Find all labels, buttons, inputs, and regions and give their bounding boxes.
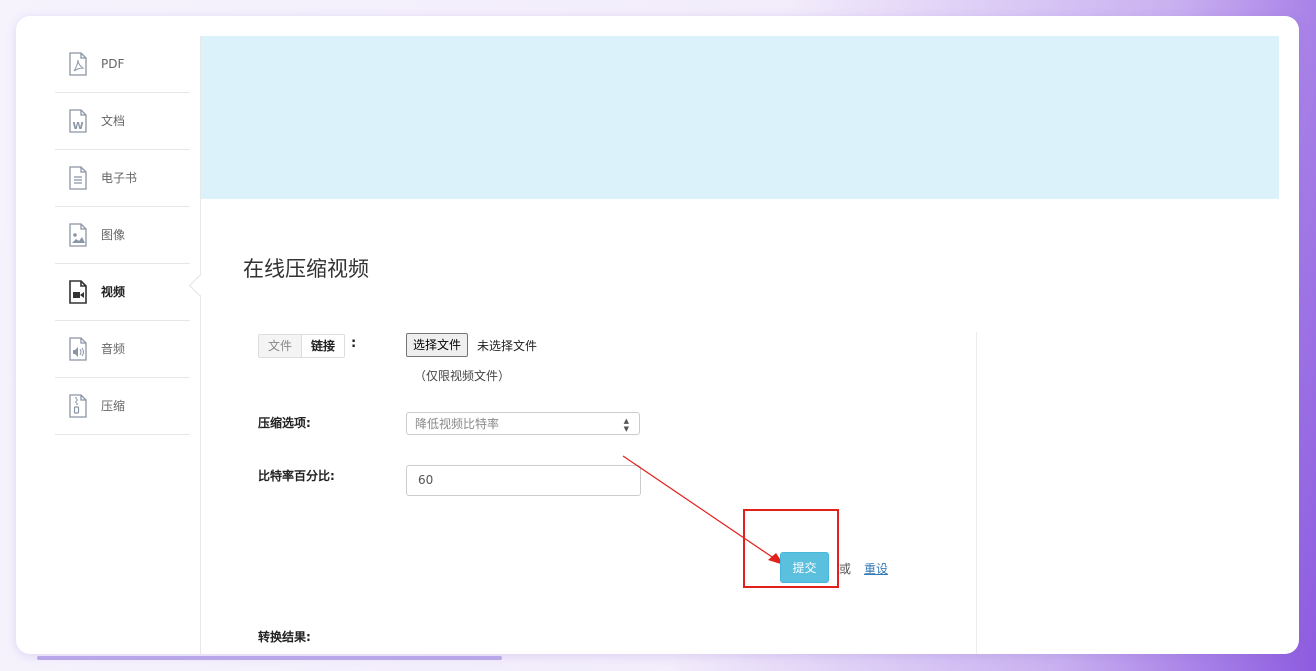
ebook-file-icon <box>69 166 87 190</box>
sidebar-item-image[interactable]: 图像 <box>55 207 190 264</box>
source-tabs: 文件 链接 <box>258 334 346 358</box>
sidebar-item-label: 压缩 <box>101 399 126 413</box>
sidebar-item-label: 电子书 <box>101 171 138 185</box>
video-file-icon <box>69 280 87 304</box>
annotation-highlight-box <box>743 509 839 588</box>
sidebar: PDF W 文档 电子书 图像 视频 音频 压缩 <box>55 36 190 435</box>
result-label: 转换结果: <box>258 630 311 644</box>
form-divider <box>976 332 977 654</box>
compress-option-value: 降低视频比特率 <box>415 417 500 431</box>
or-text: 或 <box>839 562 852 576</box>
sidebar-item-label: 图像 <box>101 228 126 242</box>
sidebar-item-pdf[interactable]: PDF <box>55 36 190 93</box>
svg-text:W: W <box>72 121 83 132</box>
sidebar-item-label: PDF <box>101 57 125 71</box>
bitrate-label: 比特率百分比: <box>258 469 335 483</box>
page-title: 在线压缩视频 <box>243 257 369 281</box>
file-status: 未选择文件 <box>477 339 538 353</box>
reset-link[interactable]: 重设 <box>864 560 888 577</box>
source-colon: : <box>351 336 357 351</box>
image-file-icon <box>69 223 87 247</box>
sidebar-item-audio[interactable]: 音频 <box>55 321 190 378</box>
app-window: PDF W 文档 电子书 图像 视频 音频 压缩 在线压缩视频 文件 链接: … <box>16 16 1299 654</box>
sidebar-item-label: 视频 <box>101 285 126 299</box>
choose-file-button[interactable]: 选择文件 <box>406 333 469 357</box>
horizontal-scrollbar[interactable] <box>37 656 502 660</box>
pdf-file-icon <box>69 52 87 76</box>
compress-option-select[interactable]: 降低视频比特率 ▲ ▼ <box>406 412 640 435</box>
tab-link[interactable]: 链接 <box>302 335 345 357</box>
tab-file[interactable]: 文件 <box>259 335 303 357</box>
sidebar-item-archive[interactable]: 压缩 <box>55 378 190 435</box>
active-pointer <box>188 274 211 297</box>
sidebar-item-document[interactable]: W 文档 <box>55 93 190 150</box>
sidebar-item-label: 音频 <box>101 342 126 356</box>
bitrate-input[interactable]: 60 <box>406 465 641 496</box>
banner <box>201 36 1279 199</box>
sidebar-item-label: 文档 <box>101 114 126 128</box>
sidebar-item-video[interactable]: 视频 <box>55 264 190 321</box>
file-hint: （仅限视频文件） <box>414 369 511 383</box>
compress-option-label: 压缩选项: <box>258 416 311 430</box>
word-file-icon: W <box>69 109 87 133</box>
select-arrows-icon: ▲ ▼ <box>623 417 629 433</box>
audio-file-icon <box>69 337 87 361</box>
sidebar-item-ebook[interactable]: 电子书 <box>55 150 190 207</box>
archive-file-icon <box>69 394 87 418</box>
